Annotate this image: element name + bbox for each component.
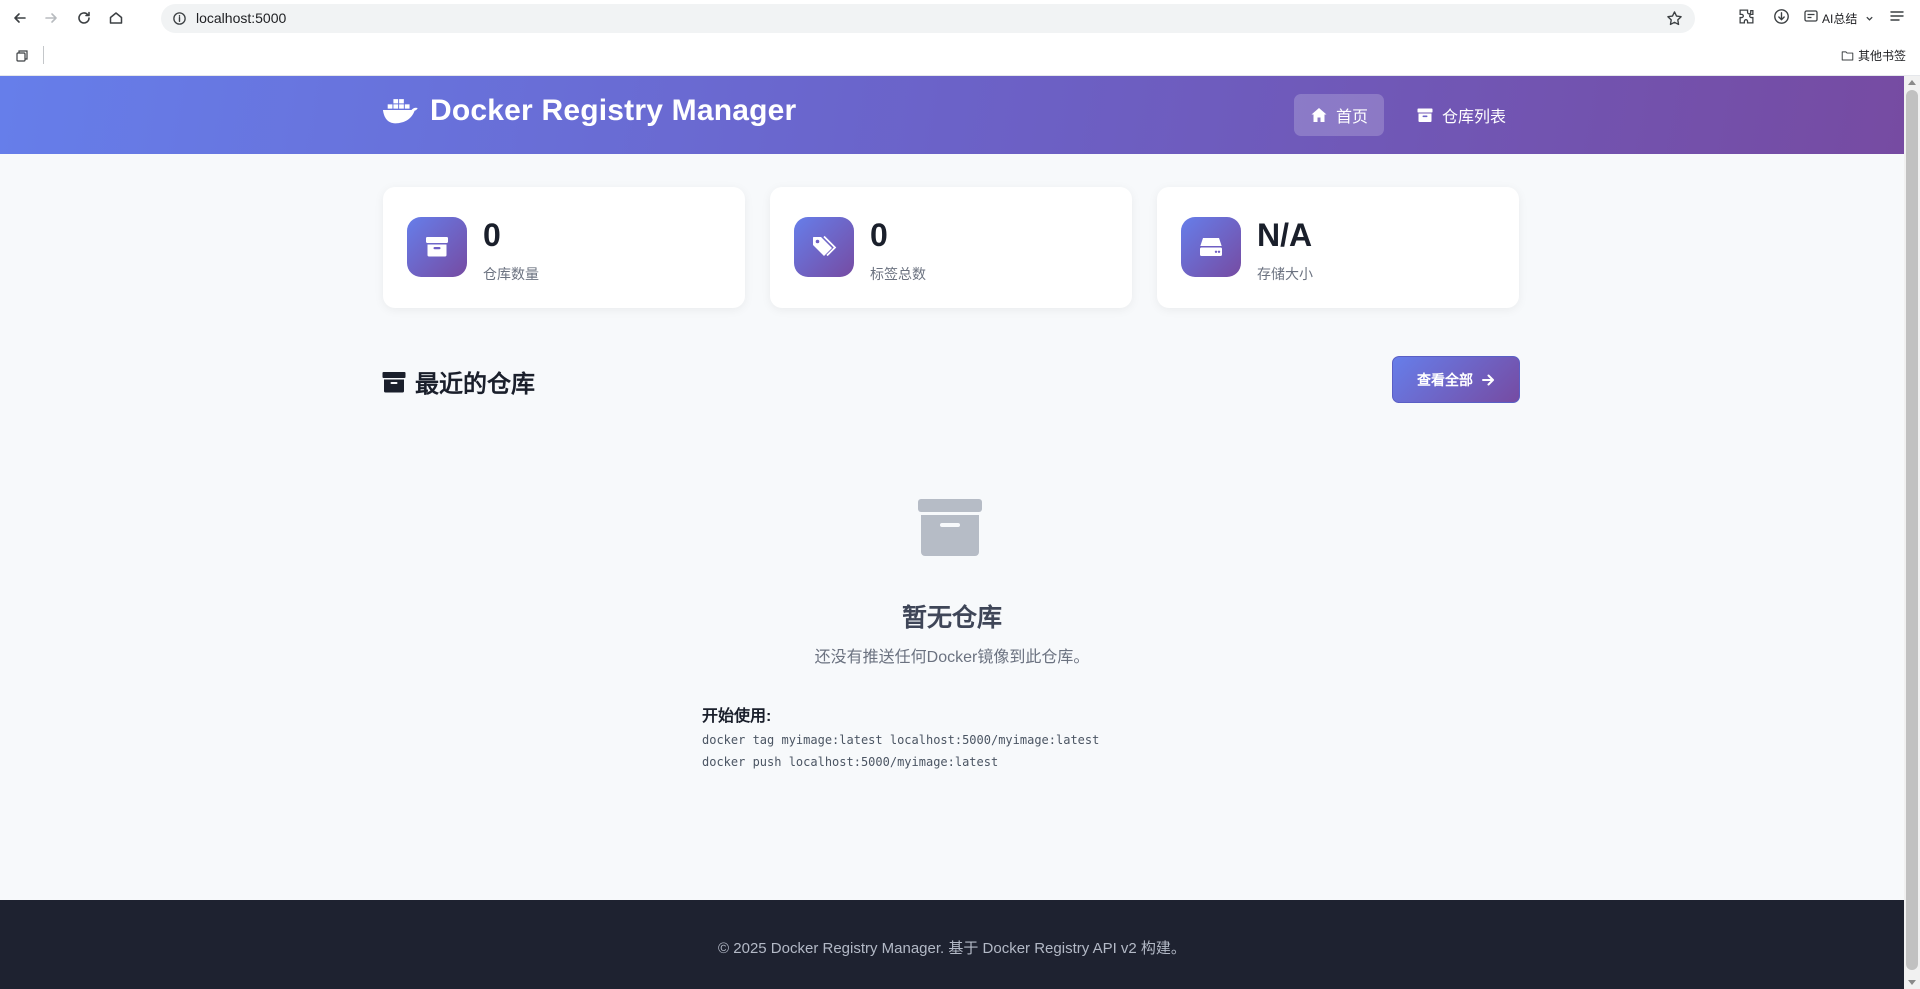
stat-icon-box — [794, 217, 854, 277]
empty-state-description: 还没有推送任何Docker镜像到此仓库。 — [814, 649, 1090, 666]
nav-repositories[interactable]: 仓库列表 — [1400, 94, 1522, 136]
main-nav: 首页 仓库列表 — [1294, 94, 1522, 136]
stat-icon-box — [1181, 217, 1241, 277]
nav-home-label[interactable]: 首页 — [1336, 103, 1368, 127]
ai-summary-icon[interactable] — [1803, 8, 1819, 24]
nav-repositories-label[interactable]: 仓库列表 — [1442, 103, 1506, 127]
home-browser-icon[interactable] — [106, 8, 126, 28]
arrow-right-icon — [1482, 374, 1494, 385]
chevron-down-icon[interactable] — [1865, 14, 1874, 23]
stat-label: 存储大小 — [1257, 266, 1313, 282]
scroll-up-arrow[interactable] — [1908, 80, 1916, 85]
hdd-icon — [1200, 238, 1222, 256]
stat-label: 仓库数量 — [483, 266, 539, 282]
extensions-icon[interactable] — [1738, 8, 1755, 25]
docker-icon — [382, 99, 418, 124]
view-all-button[interactable]: 查看全部 — [1392, 356, 1520, 403]
stat-value: 0 — [483, 217, 501, 253]
view-all-label[interactable]: 查看全部 — [1417, 370, 1473, 390]
url-text[interactable]: localhost:5000 — [196, 10, 286, 26]
site-info-icon[interactable] — [172, 11, 187, 26]
forward-icon[interactable] — [41, 8, 61, 28]
scrollbar[interactable] — [1904, 76, 1920, 989]
archive-icon — [426, 237, 448, 257]
bookmark-star-icon[interactable] — [1666, 10, 1683, 27]
stat-card-repositories: 0 仓库数量 — [383, 187, 745, 308]
menu-icon[interactable] — [1889, 8, 1905, 24]
section-title-text: 最近的仓库 — [415, 371, 535, 398]
nav-home[interactable]: 首页 — [1294, 94, 1385, 136]
stat-card-storage: N/A 存储大小 — [1157, 187, 1519, 308]
empty-archive-icon — [918, 499, 982, 556]
empty-state-title: 暂无仓库 — [901, 604, 1002, 632]
browser-toolbar: localhost:5000 AI总结 — [0, 0, 1920, 37]
getting-started-heading: 开始使用: — [702, 708, 772, 725]
stat-card-tags: 0 标签总数 — [770, 187, 1132, 308]
home-icon — [1311, 108, 1327, 122]
brand-title[interactable]: Docker Registry Manager — [430, 94, 796, 128]
stat-value: 0 — [870, 217, 888, 253]
stat-label: 标签总数 — [870, 266, 926, 282]
site-header: Docker Registry Manager 首页 仓库列表 — [0, 76, 1904, 154]
back-icon[interactable] — [10, 8, 30, 28]
tab-search-icon[interactable] — [14, 48, 30, 64]
section-title: 最近的仓库 — [382, 364, 535, 399]
archive-icon — [1417, 108, 1433, 122]
scroll-down-arrow[interactable] — [1908, 980, 1916, 985]
tags-icon — [813, 235, 837, 257]
bookmarks-divider — [43, 46, 44, 64]
other-bookmarks[interactable]: 其他书签 — [1841, 47, 1906, 64]
stat-value: N/A — [1257, 217, 1313, 253]
download-icon[interactable] — [1773, 8, 1790, 25]
code-line: docker push localhost:5000/myimage:lates… — [702, 755, 999, 769]
reload-icon[interactable] — [74, 8, 94, 28]
folder-icon — [1841, 51, 1854, 61]
code-line: docker tag myimage:latest localhost:5000… — [702, 733, 1100, 747]
bookmarks-bar: 其他书签 — [0, 37, 1920, 76]
stat-icon-box — [407, 217, 467, 277]
other-bookmarks-label[interactable]: 其他书签 — [1858, 47, 1906, 64]
footer-text: © 2025 Docker Registry Manager. 基于 Docke… — [718, 940, 1186, 957]
site-footer: © 2025 Docker Registry Manager. 基于 Docke… — [0, 900, 1904, 989]
ai-summary-label[interactable]: AI总结 — [1822, 10, 1857, 27]
scroll-thumb[interactable] — [1906, 90, 1918, 970]
brand[interactable]: Docker Registry Manager — [382, 94, 796, 128]
archive-icon — [382, 371, 406, 392]
address-bar[interactable]: localhost:5000 — [161, 4, 1695, 33]
